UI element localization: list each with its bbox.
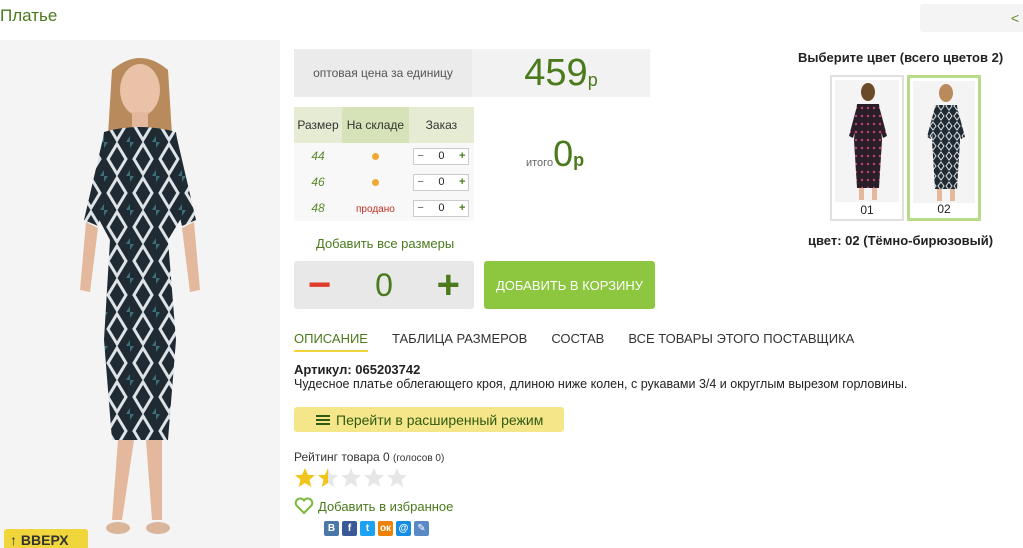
star-icon[interactable]: [317, 467, 339, 489]
swatch-label: 01: [860, 203, 874, 217]
decrease-button[interactable]: −: [417, 150, 423, 162]
stock-cell: продано: [342, 195, 409, 221]
size-table: Размер На складе Заказ 44 − 0 + 46 − 0 +…: [294, 107, 474, 221]
page-title: Платье: [0, 6, 58, 25]
main-quantity-stepper[interactable]: − 0 +: [294, 261, 474, 309]
stock-header: На складе: [342, 107, 409, 143]
quantity-value[interactable]: 0: [438, 150, 444, 162]
stock-cell: [342, 169, 409, 195]
rating-label: Рейтинг товара 0: [294, 450, 390, 464]
star-icon[interactable]: [340, 467, 362, 489]
advanced-mode-button[interactable]: Перейти в расширенный режим: [294, 407, 564, 432]
in-stock-dot-icon: [371, 179, 379, 186]
add-to-favorites[interactable]: Добавить в избранное: [294, 497, 453, 515]
price-value: 459 р: [472, 49, 650, 97]
tab-size-table[interactable]: ТАБЛИЦА РАЗМЕРОВ: [392, 331, 527, 352]
decrease-button[interactable]: −: [417, 202, 423, 214]
odnoklassniki-icon[interactable]: ок: [378, 521, 393, 536]
rating-stars[interactable]: [294, 467, 409, 489]
star-icon[interactable]: [386, 467, 408, 489]
stock-cell: [342, 143, 409, 169]
main-quantity-value[interactable]: 0: [375, 267, 393, 304]
star-icon[interactable]: [363, 467, 385, 489]
color-swatch-02[interactable]: 02: [907, 75, 981, 221]
size-header: Размер: [294, 107, 342, 143]
list-icon: [316, 414, 330, 425]
increase-button[interactable]: +: [459, 150, 465, 162]
main-decrease-button[interactable]: −: [308, 265, 331, 305]
price-label: оптовая цена за единицу: [294, 49, 472, 97]
increase-button[interactable]: +: [459, 202, 465, 214]
facebook-icon[interactable]: f: [342, 521, 357, 536]
advanced-mode-label: Перейти в расширенный режим: [336, 411, 544, 428]
quantity-value[interactable]: 0: [438, 202, 444, 214]
twitter-icon[interactable]: t: [360, 521, 375, 536]
color-selector-title: Выберите цвет (всего цветов 2): [798, 50, 1004, 65]
sold-out-label: продано: [356, 204, 395, 215]
size-value: 46: [294, 169, 342, 195]
table-row: 48 продано − 0 +: [294, 195, 474, 221]
decrease-button[interactable]: −: [417, 176, 423, 188]
main-increase-button[interactable]: +: [437, 265, 460, 305]
add-to-cart-button[interactable]: ДОБАВИТЬ В КОРЗИНУ: [484, 261, 655, 309]
table-row: 46 − 0 +: [294, 169, 474, 195]
product-description: Чудесное платье облегающего кроя, длиною…: [294, 377, 908, 391]
total-currency: р: [573, 150, 585, 170]
price-currency: р: [587, 69, 598, 90]
color-swatch-01[interactable]: 01: [830, 75, 904, 221]
swatch-label: 02: [937, 202, 951, 216]
heart-icon: [294, 497, 314, 515]
total-value: 0: [553, 133, 574, 174]
social-share: Вf t ок @ ✎: [324, 521, 432, 536]
product-photo[interactable]: [0, 40, 280, 548]
rating-votes: (голосов 0): [393, 453, 445, 464]
favorites-label: Добавить в избранное: [318, 498, 454, 514]
order-total: итого 0 р: [526, 133, 584, 175]
product-tabs: ОПИСАНИЕ ТАБЛИЦА РАЗМЕРОВ СОСТАВ ВСЕ ТОВ…: [294, 331, 878, 352]
price-number: 459: [524, 51, 588, 94]
tab-supplier-products[interactable]: ВСЕ ТОВАРЫ ЭТОГО ПОСТАВЩИКА: [628, 331, 854, 352]
scroll-up-button[interactable]: ↑ ВВЕРХ: [4, 529, 88, 548]
article-number: Артикул: 065203742: [294, 362, 421, 377]
swatch-image: [927, 84, 965, 201]
rating-text: Рейтинг товара 0 (голосов 0): [294, 450, 444, 464]
table-row: 44 − 0 +: [294, 143, 474, 169]
dress-model-image: [80, 58, 200, 534]
quantity-stepper[interactable]: − 0 +: [413, 199, 470, 217]
order-header: Заказ: [408, 107, 474, 143]
tab-composition[interactable]: СОСТАВ: [551, 331, 604, 352]
vk-icon[interactable]: В: [324, 521, 339, 536]
livejournal-icon[interactable]: ✎: [414, 521, 429, 536]
in-stock-dot-icon: [371, 153, 379, 160]
prev-button[interactable]: <: [920, 4, 1023, 32]
increase-button[interactable]: +: [459, 176, 465, 188]
star-icon[interactable]: [294, 467, 316, 489]
size-value: 44: [294, 143, 342, 169]
add-all-sizes-link[interactable]: Добавить все размеры: [316, 236, 454, 251]
size-value: 48: [294, 195, 342, 221]
selected-color-name: цвет: 02 (Тёмно-бирюзовый): [808, 233, 994, 248]
quantity-value[interactable]: 0: [438, 176, 444, 188]
total-label: итого: [526, 157, 554, 169]
quantity-stepper[interactable]: − 0 +: [413, 173, 470, 191]
price-box: оптовая цена за единицу 459 р: [294, 49, 650, 97]
quantity-stepper[interactable]: − 0 +: [413, 147, 470, 165]
tab-description[interactable]: ОПИСАНИЕ: [294, 331, 368, 352]
mailru-icon[interactable]: @: [396, 521, 411, 536]
swatch-image: [849, 83, 887, 200]
